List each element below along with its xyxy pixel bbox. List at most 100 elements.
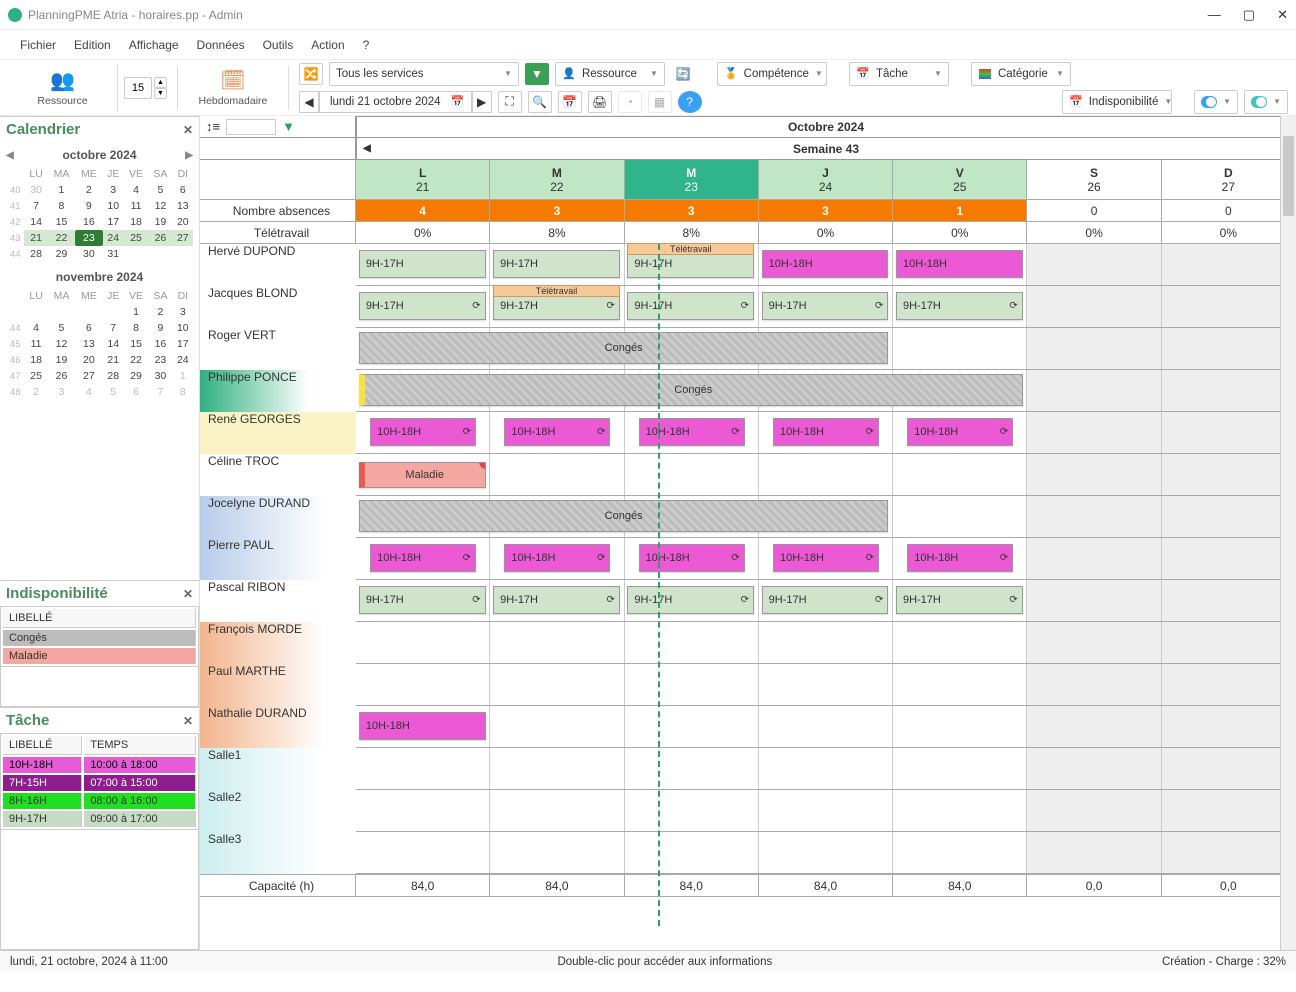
calendar-day[interactable]: 5 xyxy=(148,182,172,198)
filter-button[interactable]: ▼ xyxy=(525,63,549,85)
calendar-day[interactable]: 21 xyxy=(103,352,124,368)
indispo-dropdown[interactable]: 📅 Indisponibilité ▼ xyxy=(1062,90,1172,114)
col-libelle[interactable]: LIBELLÉ xyxy=(3,609,196,628)
menu-fichier[interactable]: Fichier xyxy=(20,38,56,52)
close-icon[interactable]: ✕ xyxy=(183,123,193,137)
task-block[interactable]: 10H-18H xyxy=(359,712,486,740)
menu-outils[interactable]: Outils xyxy=(263,38,294,52)
task-block[interactable]: 10H-18H⟳ xyxy=(907,544,1013,572)
calendar-day[interactable]: 29 xyxy=(124,368,148,384)
menu-edition[interactable]: Edition xyxy=(74,38,111,52)
calendar-day[interactable]: 7 xyxy=(103,320,124,336)
resource-cell[interactable]: Salle1 xyxy=(200,748,356,790)
calendar-day[interactable]: 9 xyxy=(75,198,102,214)
calendar-day[interactable]: 10 xyxy=(103,198,124,214)
indispo-item[interactable]: Maladie xyxy=(3,648,196,664)
help-icon[interactable]: ? xyxy=(678,91,702,113)
day-header[interactable]: S26 xyxy=(1027,160,1161,200)
calendar-day[interactable]: 7 xyxy=(148,384,172,400)
calendar-day[interactable] xyxy=(124,246,148,262)
calendar-day[interactable]: 2 xyxy=(75,182,102,198)
calendar-day[interactable]: 15 xyxy=(124,336,148,352)
calendar-day[interactable]: 2 xyxy=(148,304,172,320)
toggle-blue[interactable]: ▼ xyxy=(1194,90,1238,114)
resource-cell[interactable]: Salle3 xyxy=(200,832,356,874)
zoom-icon[interactable]: 🔍 xyxy=(528,91,552,113)
close-icon[interactable]: ✕ xyxy=(183,714,193,728)
calendar-day[interactable]: 23 xyxy=(75,230,102,246)
task-block[interactable]: 10H-18H xyxy=(896,250,1023,278)
calendar-day[interactable]: 12 xyxy=(148,198,172,214)
calendar-day[interactable]: 24 xyxy=(103,230,124,246)
maximize-icon[interactable]: ▢ xyxy=(1243,7,1255,23)
calendar-day[interactable] xyxy=(148,246,172,262)
task-block[interactable]: 9H-17H⟳ xyxy=(627,292,754,320)
menu-action[interactable]: Action xyxy=(311,38,344,52)
calendar-day[interactable]: 8 xyxy=(173,384,193,400)
excel-icon[interactable]: ▦ xyxy=(648,91,672,113)
calendar-day[interactable]: 28 xyxy=(103,368,124,384)
calendar-day[interactable] xyxy=(173,246,193,262)
step-down[interactable]: ▼ xyxy=(154,88,167,99)
calendar-day[interactable]: 30 xyxy=(148,368,172,384)
task-block[interactable]: 9H-17H⟳ xyxy=(627,586,754,614)
task-block[interactable]: 10H-18H xyxy=(762,250,889,278)
indispo-item[interactable]: Congés xyxy=(3,630,196,646)
resource-cell[interactable]: Hervé DUPOND xyxy=(200,244,356,286)
calendar-day[interactable]: 16 xyxy=(148,336,172,352)
calendar-day[interactable]: 4 xyxy=(75,384,102,400)
tache-item[interactable]: 8H-16H xyxy=(3,793,82,809)
day-header[interactable]: M22 xyxy=(490,160,624,200)
calendar-day[interactable]: 1 xyxy=(48,182,75,198)
task-block[interactable]: 10H-18H⟳ xyxy=(639,418,745,446)
today-icon[interactable]: 📅 xyxy=(558,91,582,113)
close-icon[interactable]: ✕ xyxy=(1277,7,1288,23)
categorie-dropdown[interactable]: Catégorie ▼ xyxy=(971,62,1071,86)
calendar-day[interactable]: 22 xyxy=(124,352,148,368)
resource-cell[interactable]: Salle2 xyxy=(200,790,356,832)
toggle-teal[interactable]: ▼ xyxy=(1244,90,1288,114)
calendar-day[interactable]: 1 xyxy=(173,368,193,384)
ressource-dropdown[interactable]: 👤 Ressource ▼ xyxy=(555,62,665,86)
next-day[interactable]: ▶ xyxy=(472,91,492,113)
menu-?[interactable]: ? xyxy=(363,38,370,52)
calendar-day[interactable]: 8 xyxy=(124,320,148,336)
col-libelle[interactable]: LIBELLÉ xyxy=(3,736,82,755)
step-up[interactable]: ▲ xyxy=(154,77,167,88)
competence-dropdown[interactable]: 🏅 Compétence ▼ xyxy=(717,62,827,86)
calendar-day[interactable]: 21 xyxy=(24,230,47,246)
filter-icon[interactable]: ▼ xyxy=(282,119,295,134)
calendar-day[interactable]: 11 xyxy=(124,198,148,214)
tache-item[interactable]: 7H-15H xyxy=(3,775,82,791)
calendar-day[interactable]: 19 xyxy=(48,352,75,368)
calendar-day[interactable]: 26 xyxy=(148,230,172,246)
calendar-day[interactable]: 27 xyxy=(75,368,102,384)
resource-cell[interactable]: François MORDE xyxy=(200,622,356,664)
calendar-day[interactable]: 1 xyxy=(124,304,148,320)
calendar-day[interactable]: 18 xyxy=(24,352,47,368)
task-block[interactable]: 9H-17H xyxy=(359,250,486,278)
services-dropdown[interactable]: Tous les services ▼ xyxy=(329,62,519,86)
calendar-day[interactable]: 27 xyxy=(173,230,193,246)
hierarchy-icon[interactable]: 🔀 xyxy=(299,63,323,85)
resource-cell[interactable]: Pascal RIBON xyxy=(200,580,356,622)
calendar-day[interactable]: 10 xyxy=(173,320,193,336)
calendar-day[interactable]: 15 xyxy=(48,214,75,230)
calendar-day[interactable] xyxy=(103,304,124,320)
resource-cell[interactable]: René GEORGES xyxy=(200,412,356,454)
calendar-day[interactable]: 6 xyxy=(124,384,148,400)
calendar-day[interactable]: 13 xyxy=(75,336,102,352)
col-temps[interactable]: TEMPS xyxy=(84,736,196,755)
calendar-day[interactable]: 13 xyxy=(173,198,193,214)
calendar-day[interactable]: 17 xyxy=(173,336,193,352)
resource-search-input[interactable] xyxy=(226,119,276,135)
calendar-day[interactable]: 3 xyxy=(173,304,193,320)
resource-cell[interactable]: Nathalie DURAND xyxy=(200,706,356,748)
calendar-day[interactable] xyxy=(48,304,75,320)
task-block[interactable]: 10H-18H⟳ xyxy=(370,418,476,446)
day-header[interactable]: D27 xyxy=(1162,160,1296,200)
prev-day[interactable]: ◀ xyxy=(299,91,319,113)
tache-dropdown[interactable]: 📅 Tâche ▼ xyxy=(849,62,949,86)
task-block[interactable]: 10H-18H⟳ xyxy=(639,544,745,572)
calendar-day[interactable]: 19 xyxy=(148,214,172,230)
